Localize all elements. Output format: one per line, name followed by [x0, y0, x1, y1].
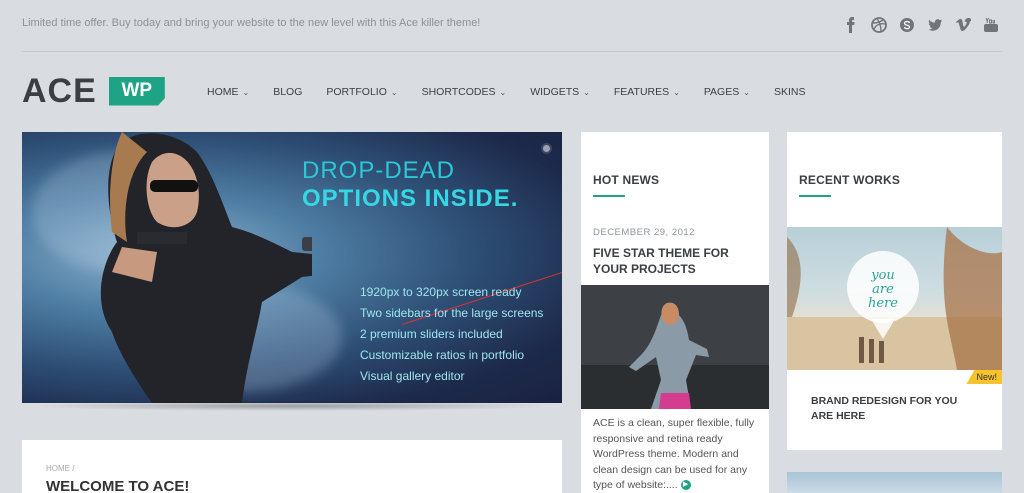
- widget-title: RECENT WORKS: [799, 173, 901, 187]
- feature-item: Two sidebars for the large screens: [360, 306, 544, 320]
- nav-item-blog[interactable]: BLOG: [273, 86, 302, 98]
- post-thumbnail[interactable]: [581, 285, 769, 409]
- excerpt-text: ACE is a clean, super flexible, fully re…: [593, 417, 755, 491]
- site-logo[interactable]: ACE WP: [22, 73, 165, 109]
- feature-list: 1920px to 320px screen ready Two sidebar…: [360, 282, 543, 387]
- chevron-down-icon: ⌄: [583, 87, 590, 97]
- nav-item-skins[interactable]: SKINS: [774, 86, 806, 98]
- feature-item: 2 premium sliders included: [360, 327, 503, 341]
- main-nav: HOME ⌄ BLOG PORTFOLIO ⌄ SHORTCODES ⌄ WIDGET…: [207, 86, 829, 98]
- nav-item-pages[interactable]: PAGES ⌄: [704, 86, 750, 98]
- slider-shadow: [30, 401, 555, 411]
- work-title-link[interactable]: BRAND REDESIGN FOR YOU ARE HERE: [811, 394, 961, 424]
- nav-label: FEATURES: [613, 86, 670, 98]
- slider-headline-1: DROP-DEAD: [302, 157, 456, 184]
- nav-label: PAGES: [703, 86, 740, 98]
- slider-pagination-dot[interactable]: [541, 143, 552, 154]
- welcome-panel: HOME / WELCOME TO ACE!: [22, 440, 562, 493]
- post-date: DECEMBER 29, 2012: [593, 227, 695, 238]
- nav-label: WIDGETS: [530, 86, 580, 98]
- post-excerpt: ACE is a clean, super flexible, fully re…: [593, 416, 763, 493]
- breadcrumb[interactable]: HOME /: [46, 464, 74, 473]
- svg-text:you: you: [870, 268, 895, 283]
- chevron-down-icon: ⌄: [242, 87, 250, 97]
- nav-label: PORTFOLIO: [326, 86, 387, 98]
- title-underline: [593, 195, 625, 197]
- svg-text:here: here: [868, 296, 898, 311]
- post-title-link[interactable]: FIVE STAR THEME FOR YOUR PROJECTS: [593, 245, 753, 277]
- read-more-icon[interactable]: ▶: [680, 480, 691, 491]
- nav-item-features[interactable]: FEATURES ⌄: [614, 86, 680, 98]
- chevron-down-icon: ⌄: [673, 87, 680, 97]
- page-title: WELCOME TO ACE!: [46, 478, 190, 493]
- next-work-thumbnail[interactable]: [787, 472, 1002, 493]
- nav-item-widgets[interactable]: WIDGETS ⌄: [530, 86, 590, 98]
- hero-slider[interactable]: DROP-DEAD OPTIONS INSIDE. 1920px to 320p…: [22, 132, 562, 403]
- nav-item-shortcodes[interactable]: SHORTCODES ⌄: [422, 86, 507, 98]
- nav-label: SHORTCODES: [421, 86, 496, 98]
- work-thumbnail[interactable]: you are here: [787, 227, 1002, 370]
- nav-label: SKINS: [773, 86, 806, 98]
- social-links: [841, 15, 1000, 34]
- new-badge: New!: [966, 370, 1002, 384]
- feature-item: Visual gallery editor: [360, 369, 465, 383]
- dribbble-icon[interactable]: [869, 15, 888, 34]
- recent-works-widget: RECENT WORKS you are here New! BRAND RED…: [787, 132, 1002, 450]
- twitter-icon[interactable]: [925, 15, 944, 34]
- feature-item: 1920px to 320px screen ready: [360, 285, 522, 299]
- work-photo: you are here: [787, 227, 1002, 370]
- logo-badge: WP: [108, 76, 165, 106]
- feature-item: Customizable ratios in portfolio: [360, 348, 525, 362]
- logo-text: ACE: [22, 72, 97, 110]
- top-bar: Limited time offer. Buy today and bring …: [22, 15, 1002, 34]
- facebook-icon[interactable]: [841, 15, 860, 34]
- skype-icon[interactable]: [897, 15, 916, 34]
- vimeo-icon[interactable]: [953, 15, 972, 34]
- nav-item-portfolio[interactable]: PORTFOLIO ⌄: [326, 86, 397, 98]
- header-divider: [22, 51, 1002, 52]
- nav-label: HOME: [207, 86, 239, 98]
- chevron-down-icon: ⌄: [499, 87, 507, 97]
- widget-title: HOT NEWS: [593, 173, 660, 187]
- nav-item-home[interactable]: HOME ⌄: [207, 86, 249, 98]
- chevron-down-icon: ⌄: [743, 87, 750, 97]
- nav-label: BLOG: [273, 86, 303, 98]
- youtube-icon[interactable]: [981, 15, 1000, 34]
- post-photo: [581, 285, 769, 409]
- hero-image: [100, 132, 312, 403]
- svg-text:are: are: [872, 282, 894, 297]
- hot-news-widget: HOT NEWS DECEMBER 29, 2012 FIVE STAR THE…: [581, 132, 769, 493]
- chevron-down-icon: ⌄: [390, 87, 398, 97]
- slider-headline-2: OPTIONS INSIDE.: [302, 185, 519, 212]
- title-underline: [799, 195, 831, 197]
